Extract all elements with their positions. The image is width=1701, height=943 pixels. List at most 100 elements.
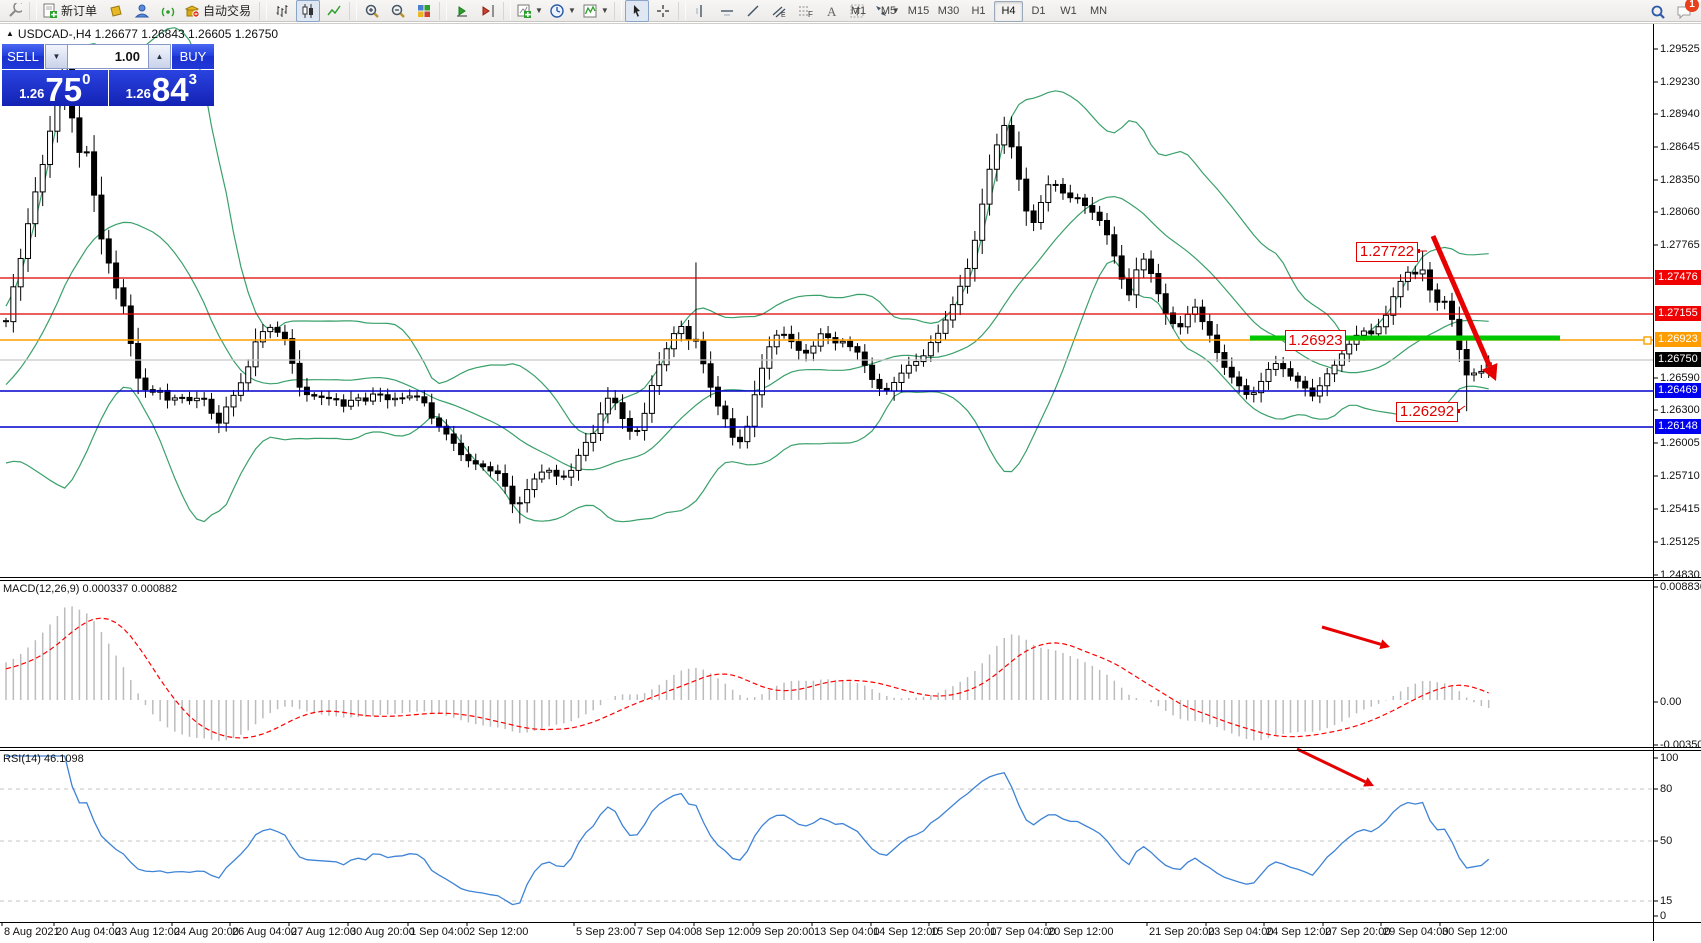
- ask-price-pip: 3: [189, 71, 197, 88]
- bear-candle-body: [136, 343, 141, 378]
- timeframe-w1[interactable]: W1: [1054, 1, 1083, 22]
- vertical-line-button[interactable]: [689, 0, 713, 22]
- bear-candle-body: [1310, 388, 1315, 396]
- bear-candle-body: [1075, 198, 1080, 199]
- text-button[interactable]: A: [819, 0, 843, 22]
- rsi-axis-label: 0: [1660, 910, 1666, 922]
- timeframe-m5[interactable]: M5: [874, 1, 903, 22]
- sell-button[interactable]: SELL: [2, 44, 44, 69]
- market-watch-button[interactable]: [130, 0, 154, 22]
- timeframe-m1[interactable]: M1: [844, 1, 873, 22]
- chart-canvas[interactable]: [0, 0, 1701, 943]
- vline-icon: [693, 3, 709, 19]
- bear-candle-body: [870, 365, 875, 379]
- collapse-triangle-icon[interactable]: ▲: [6, 29, 14, 38]
- volume-input[interactable]: [68, 44, 148, 69]
- templates-button[interactable]: ▼: [580, 0, 611, 22]
- bull-candle-body: [33, 192, 38, 224]
- signals-button[interactable]: [156, 0, 180, 22]
- price-axis-tick-label: 1.27765: [1660, 239, 1700, 251]
- bar-chart-button[interactable]: [270, 0, 294, 22]
- fibonacci-button[interactable]: F: [793, 0, 817, 22]
- toolbar-separator: [259, 2, 267, 20]
- bull-candle-body: [1442, 301, 1447, 302]
- bear-candle-body: [1457, 319, 1462, 349]
- new-chart-button[interactable]: ▼: [514, 0, 545, 22]
- horizontal-line-button[interactable]: [715, 0, 739, 22]
- timeframe-m30[interactable]: M30: [934, 1, 963, 22]
- price-badge-1.26148: 1.26148: [1655, 419, 1701, 434]
- volume-increase-button[interactable]: ▲: [148, 44, 171, 69]
- chart-shift-button[interactable]: [476, 0, 500, 22]
- timeframe-h4[interactable]: H4: [994, 1, 1023, 22]
- equidistant-channel-button[interactable]: E: [767, 0, 791, 22]
- macd-axis-label: 0.00: [1660, 696, 1681, 708]
- ask-price-main: 84: [152, 75, 189, 105]
- channel-icon: E: [771, 3, 787, 19]
- timeframe-m15[interactable]: M15: [904, 1, 933, 22]
- bull-candle-body: [928, 343, 933, 356]
- bear-candle-body: [495, 471, 500, 474]
- candlestick-chart-button[interactable]: [296, 0, 320, 22]
- bull-candle-body: [679, 326, 684, 333]
- toolbar-separator: [439, 2, 447, 20]
- price-callout-1-26923[interactable]: 1.26923: [1285, 330, 1346, 351]
- bear-candle-body: [282, 332, 287, 338]
- bear-candle-body: [1413, 272, 1418, 274]
- auto-scroll-button[interactable]: [450, 0, 474, 22]
- line-chart-button[interactable]: [322, 0, 346, 22]
- tile-windows-button[interactable]: [412, 0, 436, 22]
- bull-candle-body: [583, 442, 588, 455]
- bull-candle-body: [253, 342, 258, 367]
- signal-icon: [160, 3, 176, 19]
- bid-price-button[interactable]: 1.26750: [2, 70, 108, 106]
- bear-candle-body: [128, 306, 133, 344]
- bear-candle-body: [1163, 294, 1168, 313]
- app-corner-icon[interactable]: [2, 0, 26, 22]
- bull-candle-body: [356, 398, 361, 400]
- bear-candle-body: [1024, 179, 1029, 211]
- autotrade-button-label: 自动交易: [202, 2, 254, 19]
- buy-button[interactable]: BUY: [172, 44, 214, 69]
- timeframe-mn[interactable]: MN: [1084, 1, 1113, 22]
- timeframe-h1[interactable]: H1: [964, 1, 993, 22]
- notifications-button[interactable]: 1: [1672, 1, 1696, 23]
- periods-button[interactable]: ▼: [547, 0, 578, 22]
- timeframe-d1[interactable]: D1: [1024, 1, 1053, 22]
- autotrade-button[interactable]: 自动交易: [182, 0, 256, 22]
- search-button[interactable]: [1646, 1, 1670, 23]
- bull-candle-body: [950, 305, 955, 320]
- bear-candle-body: [437, 418, 442, 426]
- bull-candle-body: [642, 413, 647, 430]
- bear-candle-body: [1149, 259, 1154, 273]
- bull-candle-body: [1361, 331, 1366, 335]
- trendline-button[interactable]: [741, 0, 765, 22]
- price-callout-1-27722[interactable]: 1.27722: [1356, 242, 1418, 262]
- zoom-in-button[interactable]: [360, 0, 384, 22]
- bear-candle-body: [429, 403, 434, 418]
- price-callout-1-26292[interactable]: 1.26292: [1396, 402, 1458, 422]
- bear-candle-body: [1215, 335, 1220, 352]
- bull-candle-body: [958, 286, 963, 304]
- bull-candle-body: [84, 152, 89, 153]
- bear-candle-body: [202, 398, 207, 399]
- toolbar-separator: [678, 2, 686, 20]
- bull-candle-body: [26, 224, 31, 259]
- time-axis-label: 21 Sep 20:00: [1149, 926, 1214, 938]
- bull-candle-body: [591, 433, 596, 442]
- volume-decrease-button[interactable]: ▼: [45, 44, 68, 69]
- time-axis-label: 14 Sep 12:00: [873, 926, 938, 938]
- new-order-button[interactable]: 新订单: [40, 0, 102, 22]
- bear-candle-body: [796, 342, 801, 351]
- line-endpoint-handle[interactable]: [1644, 337, 1651, 344]
- price-axis-tick-label: 1.28645: [1660, 141, 1700, 153]
- cursor-button[interactable]: [625, 0, 649, 22]
- ask-price-button[interactable]: 1.26843: [109, 70, 215, 106]
- zoom-out-button[interactable]: [386, 0, 410, 22]
- bear-candle-body: [1112, 235, 1117, 256]
- price-axis-tick-label: 1.25710: [1660, 470, 1700, 482]
- bull-candle-body: [172, 398, 177, 400]
- profiles-button[interactable]: [104, 0, 128, 22]
- crosshair-button[interactable]: [651, 0, 675, 22]
- bull-candle-body: [246, 367, 251, 383]
